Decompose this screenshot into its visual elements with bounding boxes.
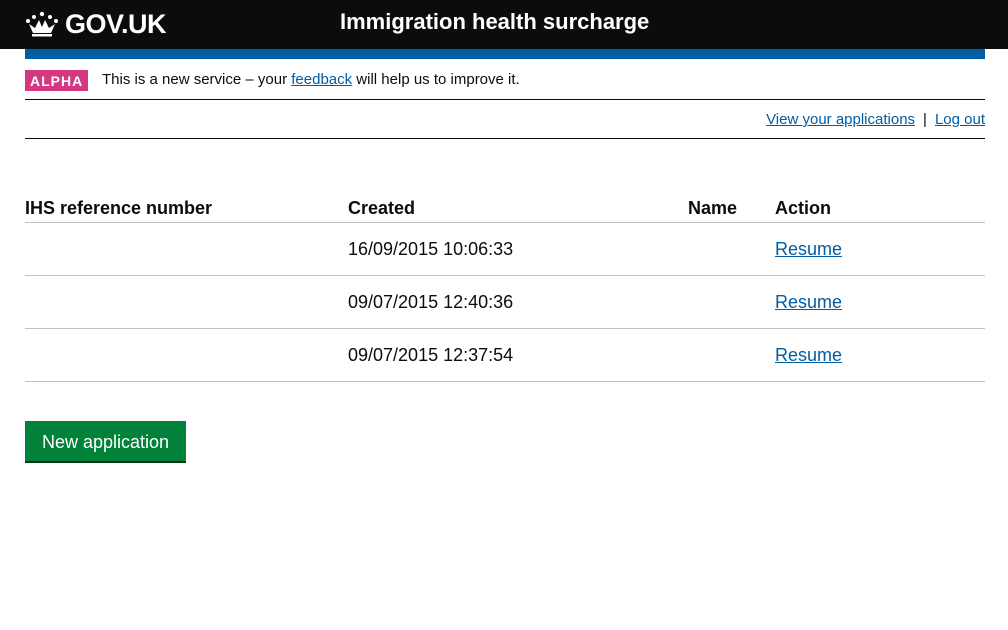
cell-name [688, 275, 775, 329]
nav-separator: | [923, 111, 927, 128]
cell-ref [25, 222, 348, 276]
cell-name [688, 222, 775, 276]
logo-text: GOV.UK [65, 8, 167, 39]
phase-banner: ALPHA This is a new service – your feedb… [25, 67, 985, 100]
cell-action: Resume [775, 222, 985, 276]
global-header: GOV.UK Immigration health surcharge [0, 0, 1008, 49]
log-out-link[interactable]: Log out [935, 111, 985, 128]
cell-name [688, 328, 775, 382]
cell-action: Resume [775, 275, 985, 329]
header-action: Action [775, 194, 985, 223]
applications-table: IHS reference number Created Name Action… [25, 194, 985, 382]
cell-created: 09/07/2015 12:37:54 [348, 328, 688, 382]
govuk-logo-link[interactable]: GOV.UK [25, 8, 167, 40]
crown-icon [26, 11, 58, 37]
table-header-row: IHS reference number Created Name Action [25, 194, 985, 223]
new-application-button[interactable]: New application [25, 421, 187, 461]
resume-link[interactable]: Resume [775, 292, 842, 312]
service-name-link[interactable]: Immigration health surcharge [340, 9, 649, 35]
cell-created: 09/07/2015 12:40:36 [348, 275, 688, 329]
account-links: View your applications | Log out [766, 110, 985, 130]
table-row: 09/07/2015 12:37:54 Resume [25, 328, 985, 382]
cell-action: Resume [775, 328, 985, 382]
header-ref: IHS reference number [25, 194, 348, 223]
header-name: Name [688, 194, 775, 223]
cell-ref [25, 328, 348, 382]
phase-text-after: will help us to improve it. [352, 71, 520, 88]
alpha-tag: ALPHA [25, 70, 89, 91]
account-nav: View your applications | Log out [25, 100, 985, 139]
view-applications-link[interactable]: View your applications [766, 111, 915, 128]
header-blue-bar [25, 49, 985, 59]
phase-text-before: This is a new service – your [102, 71, 292, 88]
resume-link[interactable]: Resume [775, 345, 842, 365]
cell-created: 16/09/2015 10:06:33 [348, 222, 688, 276]
phase-banner-text: This is a new service – your feedback wi… [102, 70, 520, 90]
feedback-link[interactable]: feedback [291, 71, 352, 88]
table-row: 09/07/2015 12:40:36 Resume [25, 275, 985, 329]
header-created: Created [348, 194, 688, 223]
cell-ref [25, 275, 348, 329]
resume-link[interactable]: Resume [775, 239, 842, 259]
table-row: 16/09/2015 10:06:33 Resume [25, 222, 985, 276]
